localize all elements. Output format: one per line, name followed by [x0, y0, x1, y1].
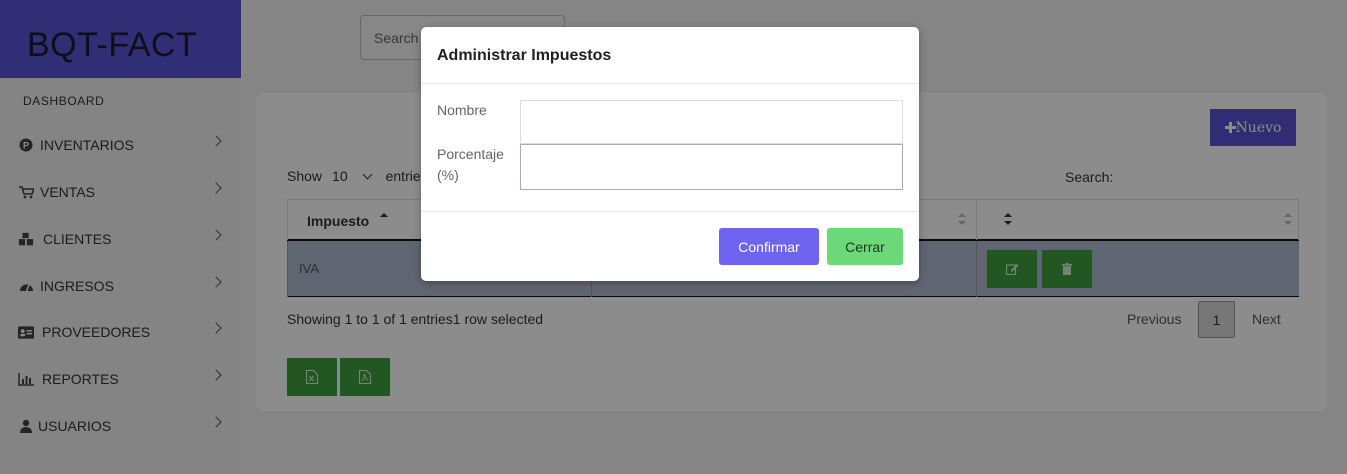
- confirm-button[interactable]: Confirmar: [719, 228, 819, 265]
- porcentaje-field[interactable]: [520, 144, 903, 190]
- modal-divider: [421, 83, 919, 84]
- modal-divider: [421, 211, 919, 212]
- nombre-field[interactable]: [520, 100, 903, 144]
- close-button[interactable]: Cerrar: [827, 228, 903, 265]
- porcentaje-label: Porcentaje (%): [437, 144, 504, 186]
- porcentaje-label-line1: Porcentaje: [437, 146, 504, 162]
- porcentaje-label-line2: (%): [437, 167, 459, 183]
- modal-title: Administrar Impuestos: [437, 47, 612, 64]
- nombre-label: Nombre: [437, 102, 487, 118]
- tax-modal: Administrar Impuestos Nombre Porcentaje …: [421, 27, 919, 281]
